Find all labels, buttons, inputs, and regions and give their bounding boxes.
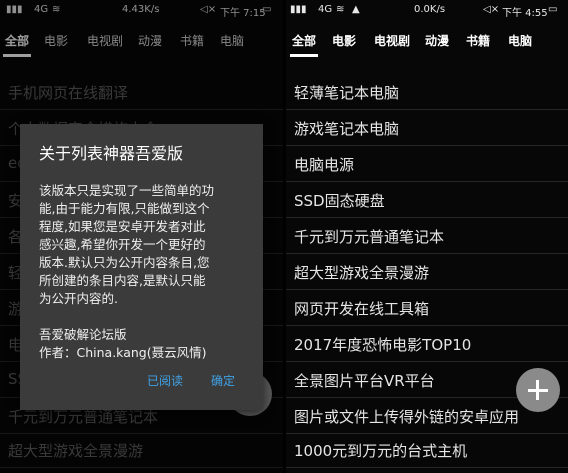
tab-tv[interactable]: 电视剧 xyxy=(374,32,410,49)
network-type: 4G xyxy=(318,4,333,15)
list-item[interactable]: 轻薄笔记本电脑 xyxy=(286,74,568,110)
dialog-message: 该版本只是实现了一些简单的功 能,由于能力有限,只能做到这个 程度,如果您是安卓… xyxy=(39,182,249,362)
tab-all[interactable]: 全部 xyxy=(292,32,316,49)
list-item[interactable]: 2017年度恐怖电影TOP10 xyxy=(286,326,568,362)
read-button[interactable]: 已阅读 xyxy=(147,372,183,389)
list-item[interactable]: 超大型游戏全景漫游 xyxy=(286,254,568,290)
ok-button[interactable]: 确定 xyxy=(211,372,235,389)
tab-books[interactable]: 书籍 xyxy=(466,32,490,49)
signal-icon: ▮▮▮ xyxy=(290,4,307,15)
mute-icon: ◁× xyxy=(483,4,500,15)
list-item[interactable]: 电脑电源 xyxy=(286,146,568,182)
clock: 下午 4:55 xyxy=(502,8,548,19)
list-item[interactable]: 1000元到万元的台式主机 xyxy=(286,432,568,468)
status-bar: ▮▮▮ 4G ≋ ▲ 0.0K/s ◁× 下午 4:55 ▭ xyxy=(286,0,568,20)
dialog-credit-author: 作者：China.kang(聂云风情) xyxy=(39,345,207,360)
image-icon: ▲ xyxy=(352,4,360,15)
about-dialog: 关于列表神器吾爱版 该版本只是实现了一些简单的功 能,由于能力有限,只能做到这个… xyxy=(20,124,263,410)
dialog-title: 关于列表神器吾爱版 xyxy=(39,144,184,163)
battery-icon: ▭ xyxy=(548,4,558,15)
left-screen: ▮▮▮ 4G ≋ 4.43K/s ◁× 下午 7:15 ▭ 全部 电影 电视剧 … xyxy=(0,0,283,473)
tab-movies[interactable]: 电影 xyxy=(332,32,356,49)
tab-indicator xyxy=(290,54,318,57)
tab-anime[interactable]: 动漫 xyxy=(425,32,449,49)
add-fab-button[interactable] xyxy=(516,368,560,412)
category-tabs: 全部 电影 电视剧 动漫 书籍 电脑 xyxy=(286,32,568,54)
tab-computer[interactable]: 电脑 xyxy=(508,32,532,49)
right-screen: ▮▮▮ 4G ≋ ▲ 0.0K/s ◁× 下午 4:55 ▭ 全部 电影 电视剧… xyxy=(286,0,568,473)
list-item[interactable]: 游戏笔记本电脑 xyxy=(286,110,568,146)
list-item[interactable]: 千元到万元普通笔记本 xyxy=(286,218,568,254)
list-item[interactable]: 网页开发在线工具箱 xyxy=(286,290,568,326)
list-item[interactable]: SSD固态硬盘 xyxy=(286,182,568,218)
wifi-icon: ≋ xyxy=(336,4,345,15)
net-speed: 0.0K/s xyxy=(414,4,446,15)
dialog-credit-forum: 吾爱破解论坛版 xyxy=(39,327,127,342)
